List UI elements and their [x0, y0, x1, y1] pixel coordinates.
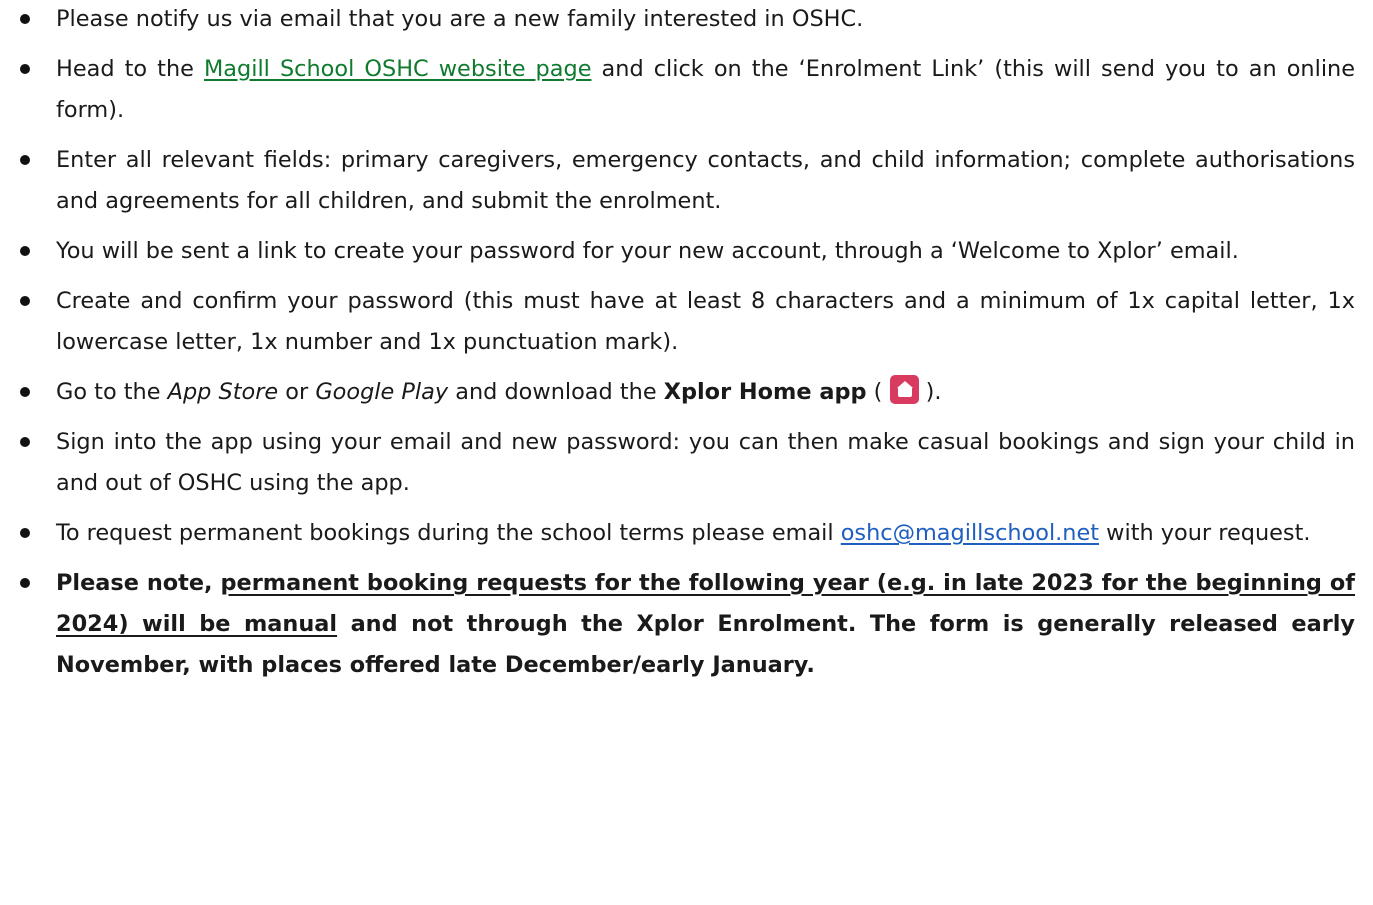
- bullet-icon: [20, 64, 30, 74]
- step-text: Please notify us via email that you are …: [56, 6, 864, 32]
- step-text: You will be sent a link to create your p…: [56, 238, 1239, 264]
- google-play-name: Google Play: [315, 379, 449, 405]
- bullet-icon: [20, 296, 30, 306]
- step-text: Sign into the app using your email and n…: [56, 429, 1355, 496]
- list-item: Sign into the app using your email and n…: [0, 422, 1355, 504]
- step-text-before: Head to the: [56, 56, 204, 82]
- step-text-before: To request permanent bookings during the…: [56, 520, 841, 546]
- oshc-website-link[interactable]: Magill School OSHC website page: [204, 56, 592, 82]
- open-paren: (: [866, 379, 883, 405]
- bullet-icon: [20, 387, 30, 397]
- list-item: Please note, permanent booking requests …: [0, 563, 1355, 686]
- bullet-icon: [20, 578, 30, 588]
- step-text: Enter all relevant fields: primary careg…: [56, 147, 1355, 214]
- list-item: Enter all relevant fields: primary careg…: [0, 140, 1355, 222]
- step-text: Create and confirm your password (this m…: [56, 288, 1355, 355]
- list-item: Head to the Magill School OSHC website p…: [0, 49, 1355, 131]
- step-text-after: with your request.: [1099, 520, 1311, 546]
- list-item: You will be sent a link to create your p…: [0, 231, 1355, 272]
- bullet-icon: [20, 528, 30, 538]
- app-name: Xplor Home app: [663, 379, 867, 405]
- list-item: Create and confirm your password (this m…: [0, 281, 1355, 363]
- document-page: Please notify us via email that you are …: [0, 0, 1373, 904]
- bullet-icon: [20, 155, 30, 165]
- list-item: Go to the App Store or Google Play and d…: [0, 372, 1355, 413]
- app-store-name: App Store: [167, 379, 279, 405]
- enrolment-steps-list: Please notify us via email that you are …: [0, 0, 1355, 686]
- close-paren: ).: [925, 379, 942, 405]
- list-item: To request permanent bookings during the…: [0, 513, 1355, 554]
- bullet-icon: [20, 14, 30, 24]
- bullet-icon: [20, 437, 30, 447]
- step-text-or: or: [278, 379, 316, 405]
- email-link[interactable]: oshc@magillschool.net: [841, 520, 1099, 546]
- list-item: Please notify us via email that you are …: [0, 0, 1355, 40]
- step-text-lead: Go to the: [56, 379, 168, 405]
- bullet-icon: [20, 246, 30, 256]
- step-text-mid: and download the: [448, 379, 664, 405]
- note-lead: Please note,: [56, 570, 221, 596]
- xplor-home-app-icon: [889, 375, 919, 404]
